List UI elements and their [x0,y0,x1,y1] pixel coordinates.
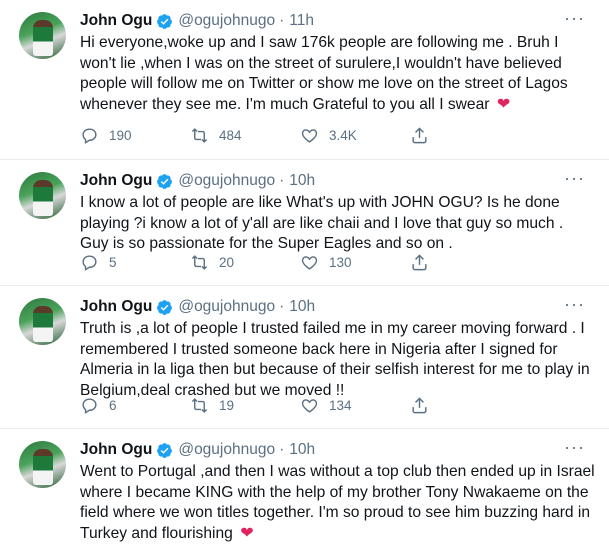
verified-badge-icon [157,442,173,458]
tweet-actions: 5 20 130 [80,253,520,272]
like-count: 134 [329,398,352,413]
author-name[interactable]: John Ogu [80,298,152,316]
timestamp[interactable]: 10h [289,172,315,190]
reply-count: 190 [109,128,132,143]
like-button[interactable]: 3.4K [300,126,410,145]
verified-badge-icon [157,13,173,29]
like-count: 130 [329,255,352,270]
like-button[interactable]: 134 [300,396,410,415]
separator: · [279,172,285,189]
retweet-icon [191,255,208,270]
retweet-count: 20 [219,255,235,270]
retweet-icon [191,128,208,143]
tweet-actions: 190 484 3.4K [80,126,520,145]
more-options-icon[interactable]: ··· [564,168,585,189]
verified-badge-icon [157,299,173,315]
reply-icon [82,128,97,144]
tweet[interactable]: John Ogu @ogujohnugo · 10h ··· Truth is … [0,286,609,429]
avatar[interactable] [19,172,66,219]
timestamp[interactable]: 11h [289,12,314,30]
avatar[interactable] [19,441,66,488]
more-options-icon[interactable]: ··· [564,294,585,315]
share-icon [412,254,427,271]
author-name[interactable]: John Ogu [80,12,152,30]
tweet-text-body: Went to Portugal ,and then I was without… [80,463,599,542]
tweet-text: I know a lot of people are like What's u… [80,194,568,252]
retweet-button[interactable]: 20 [190,253,300,272]
reply-button[interactable]: 6 [80,396,190,415]
separator: · [279,12,285,29]
tweet-text: Hi everyone,woke up and I saw 176k peopl… [80,33,595,115]
tweet-actions: 6 19 134 [80,396,520,415]
retweet-count: 484 [219,128,242,143]
reply-icon [82,255,97,271]
retweet-count: 19 [219,398,235,413]
separator: · [279,298,285,315]
share-button[interactable] [410,396,520,415]
timestamp[interactable]: 10h [289,441,315,459]
author-handle[interactable]: @ogujohnugo [178,12,275,30]
like-count: 3.4K [329,128,357,143]
retweet-button[interactable]: 19 [190,396,300,415]
tweet[interactable]: John Ogu @ogujohnugo · 10h ··· Went to P… [0,429,609,544]
retweet-button[interactable]: 484 [190,126,300,145]
reply-count: 5 [109,255,117,270]
like-icon [301,129,318,143]
timestamp[interactable]: 10h [289,298,315,316]
author-handle[interactable]: @ogujohnugo [178,172,275,190]
reply-count: 6 [109,398,117,413]
share-icon [412,127,427,144]
reply-button[interactable]: 5 [80,253,190,272]
separator: · [279,441,285,458]
author-name[interactable]: John Ogu [80,441,152,459]
author-handle[interactable]: @ogujohnugo [178,441,275,459]
verified-badge-icon [157,173,173,189]
more-options-icon[interactable]: ··· [564,437,585,458]
author-handle[interactable]: @ogujohnugo [178,298,275,316]
retweet-icon [191,398,208,413]
like-icon [301,256,318,270]
like-button[interactable]: 130 [300,253,410,272]
heart-emoji: ❤ [240,524,254,542]
author-name[interactable]: John Ogu [80,172,152,190]
avatar[interactable] [19,298,66,345]
tweet[interactable]: John Ogu @ogujohnugo · 10h ··· I know a … [0,160,609,286]
tweet[interactable]: John Ogu @ogujohnugo · 11h ··· Hi everyo… [0,0,609,160]
tweet-text: Truth is ,a lot of people I trusted fail… [80,320,595,399]
share-button[interactable] [410,253,520,272]
heart-emoji: ❤ [496,95,511,113]
share-button[interactable] [410,126,520,145]
more-options-icon[interactable]: ··· [564,8,585,29]
avatar[interactable] [19,12,66,59]
tweet-text: Went to Portugal ,and then I was without… [80,462,595,544]
like-icon [301,399,318,413]
share-icon [412,397,427,414]
reply-icon [82,398,97,414]
reply-button[interactable]: 190 [80,126,190,145]
